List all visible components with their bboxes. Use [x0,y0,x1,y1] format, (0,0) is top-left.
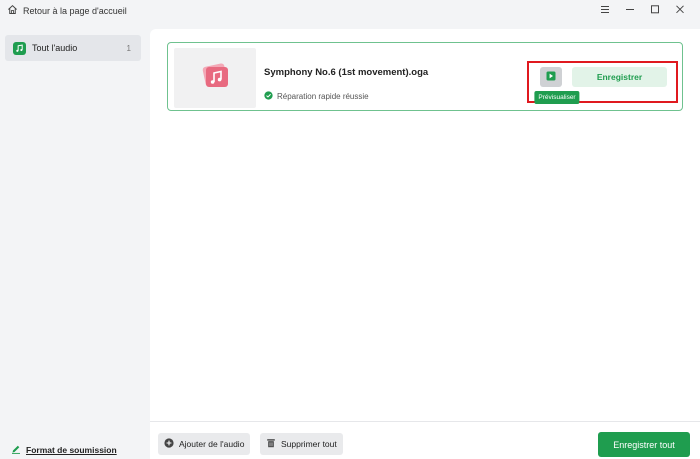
app-window: Retour à la page d'accueil Tout l'audio … [0,0,700,459]
bottom-toolbar: Ajouter de l'audio Supprimer tout Enregi… [150,421,700,459]
window-controls [592,2,692,18]
music-note-icon [13,41,26,55]
file-card[interactable]: Symphony No.6 (1st movement).oga Réparat… [167,42,683,111]
back-label: Retour à la page d'accueil [23,6,127,16]
home-icon [7,2,18,20]
menu-icon [600,1,610,19]
sidebar: Tout l'audio 1 [0,22,150,459]
maximize-button[interactable] [642,2,667,18]
main-panel: Symphony No.6 (1st movement).oga Réparat… [150,29,700,459]
submission-format-link[interactable]: Format de soumission [11,441,117,459]
pencil-icon [11,441,21,459]
save-button[interactable]: Enregistrer [572,67,667,87]
back-to-home-button[interactable]: Retour à la page d'accueil [7,3,127,19]
file-name: Symphony No.6 (1st movement).oga [264,67,429,78]
add-audio-button[interactable]: Ajouter de l'audio [158,433,251,455]
preview-play-button[interactable] [540,67,562,87]
delete-all-button[interactable]: Supprimer tout [260,433,343,455]
plus-circle-icon [164,435,174,453]
close-button[interactable] [667,2,692,18]
audio-thumbnail [174,48,256,108]
minimize-button[interactable] [617,2,642,18]
minimize-icon [625,1,635,19]
title-bar: Retour à la page d'accueil [0,0,700,22]
format-link-label: Format de soumission [26,445,117,455]
delete-all-label: Supprimer tout [281,439,337,449]
audio-file-icon [198,61,232,96]
close-icon [675,1,685,19]
save-all-button[interactable]: Enregistrer tout [598,432,690,457]
maximize-icon [650,1,660,19]
check-circle-icon [264,87,273,105]
sidebar-item-label: Tout l'audio [32,43,78,53]
sidebar-item-all-audio[interactable]: Tout l'audio 1 [5,35,141,61]
preview-tooltip: Prévisualiser [534,91,580,104]
add-audio-label: Ajouter de l'audio [179,439,245,449]
status-text: Réparation rapide réussie [277,91,369,101]
sidebar-item-count: 1 [126,43,131,53]
repair-status: Réparation rapide réussie [264,87,369,105]
play-icon [546,68,556,86]
menu-button[interactable] [592,2,617,18]
trash-icon [266,435,276,453]
